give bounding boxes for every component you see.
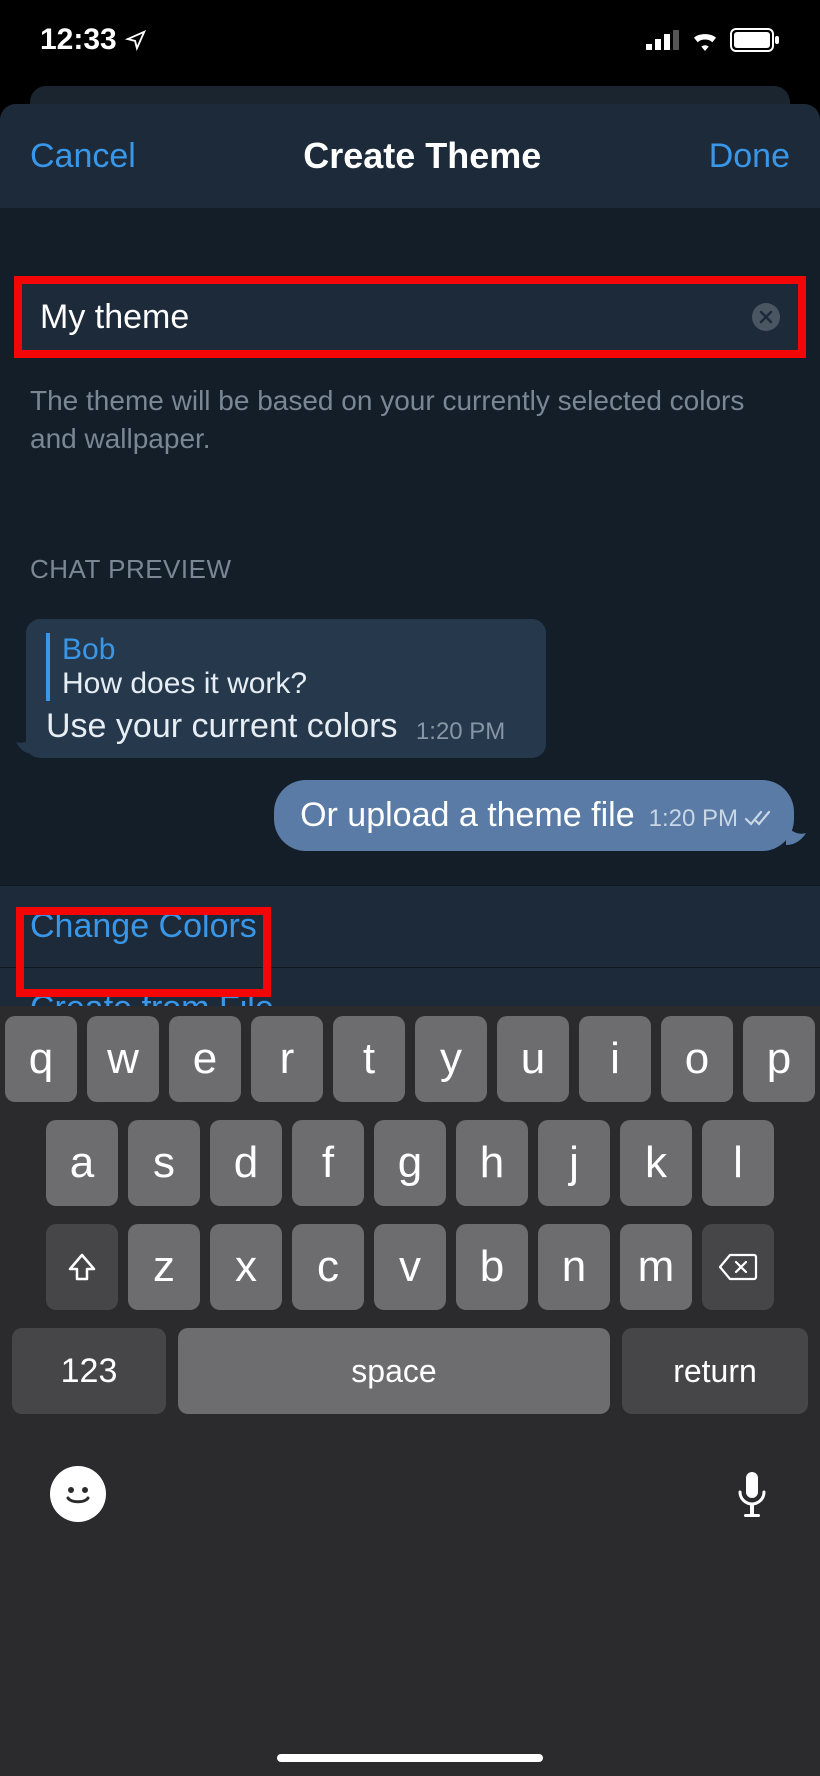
close-icon — [759, 310, 773, 324]
message-outgoing: Or upload a theme file 1:20 PM — [274, 780, 794, 851]
key-e[interactable]: e — [169, 1016, 241, 1102]
backspace-icon — [718, 1252, 758, 1282]
key-f[interactable]: f — [292, 1120, 364, 1206]
key-s[interactable]: s — [128, 1120, 200, 1206]
home-indicator[interactable] — [277, 1754, 543, 1762]
key-j[interactable]: j — [538, 1120, 610, 1206]
clear-input-button[interactable] — [752, 303, 780, 331]
key-x[interactable]: x — [210, 1224, 282, 1310]
key-z[interactable]: z — [128, 1224, 200, 1310]
key-d[interactable]: d — [210, 1120, 282, 1206]
emoji-button[interactable] — [50, 1466, 106, 1522]
key-u[interactable]: u — [497, 1016, 569, 1102]
wifi-icon — [690, 29, 720, 51]
bubble-tail-icon — [786, 825, 806, 845]
sheet-backdrop — [30, 86, 790, 106]
status-icons — [646, 28, 780, 52]
key-q[interactable]: q — [5, 1016, 77, 1102]
message-incoming: Bob How does it work? Use your current c… — [26, 619, 546, 758]
helper-text: The theme will be based on your currentl… — [0, 358, 820, 458]
key-shift[interactable] — [46, 1224, 118, 1310]
bubble-tail-icon — [16, 736, 34, 754]
theme-name-row[interactable] — [14, 276, 806, 358]
nav-bar: Cancel Create Theme Done — [0, 104, 820, 208]
message-body: Use your current colors — [46, 707, 397, 745]
key-b[interactable]: b — [456, 1224, 528, 1310]
status-bar: 12:33 — [0, 0, 820, 80]
read-checks-icon — [744, 810, 772, 828]
keyboard-row: 123 space return — [6, 1328, 814, 1414]
key-a[interactable]: a — [46, 1120, 118, 1206]
keyboard-row: q w e r t y u i o p — [6, 1016, 814, 1102]
cancel-button[interactable]: Cancel — [30, 137, 136, 176]
key-o[interactable]: o — [661, 1016, 733, 1102]
key-m[interactable]: m — [620, 1224, 692, 1310]
key-p[interactable]: p — [743, 1016, 815, 1102]
reply-text: How does it work? — [62, 667, 526, 701]
key-return[interactable]: return — [622, 1328, 808, 1414]
key-w[interactable]: w — [87, 1016, 159, 1102]
message-body: Or upload a theme file — [300, 796, 635, 835]
dictation-button[interactable] — [734, 1470, 770, 1518]
status-time: 12:33 — [40, 23, 147, 57]
key-k[interactable]: k — [620, 1120, 692, 1206]
key-y[interactable]: y — [415, 1016, 487, 1102]
keyboard-bottom-row — [6, 1432, 814, 1522]
keyboard-row: a s d f g h j k l — [6, 1120, 814, 1206]
cellular-icon — [646, 30, 680, 50]
emoji-icon — [58, 1474, 98, 1514]
page-title: Create Theme — [303, 135, 541, 177]
theme-name-input[interactable] — [40, 298, 752, 337]
key-numbers[interactable]: 123 — [12, 1328, 166, 1414]
key-i[interactable]: i — [579, 1016, 651, 1102]
key-l[interactable]: l — [702, 1120, 774, 1206]
battery-icon — [730, 28, 780, 52]
keyboard-row: z x c v b n m — [6, 1224, 814, 1310]
status-time-text: 12:33 — [40, 23, 117, 57]
change-colors-button[interactable]: Change Colors — [0, 885, 820, 967]
message-time: 1:20 PM — [649, 805, 738, 833]
location-icon — [125, 29, 147, 51]
key-v[interactable]: v — [374, 1224, 446, 1310]
keyboard: q w e r t y u i o p a s d f g h j k l z … — [0, 1006, 820, 1776]
chat-preview-header: CHAT PREVIEW — [0, 458, 820, 601]
message-time: 1:20 PM — [416, 718, 505, 745]
key-r[interactable]: r — [251, 1016, 323, 1102]
key-backspace[interactable] — [702, 1224, 774, 1310]
reply-author: Bob — [62, 633, 526, 667]
key-h[interactable]: h — [456, 1120, 528, 1206]
shift-icon — [66, 1251, 98, 1283]
key-t[interactable]: t — [333, 1016, 405, 1102]
key-n[interactable]: n — [538, 1224, 610, 1310]
microphone-icon — [734, 1470, 770, 1518]
key-c[interactable]: c — [292, 1224, 364, 1310]
key-space[interactable]: space — [178, 1328, 610, 1414]
done-button[interactable]: Done — [709, 137, 790, 176]
chat-preview: Bob How does it work? Use your current c… — [0, 601, 820, 873]
key-g[interactable]: g — [374, 1120, 446, 1206]
reply-quote: Bob How does it work? — [46, 633, 526, 701]
